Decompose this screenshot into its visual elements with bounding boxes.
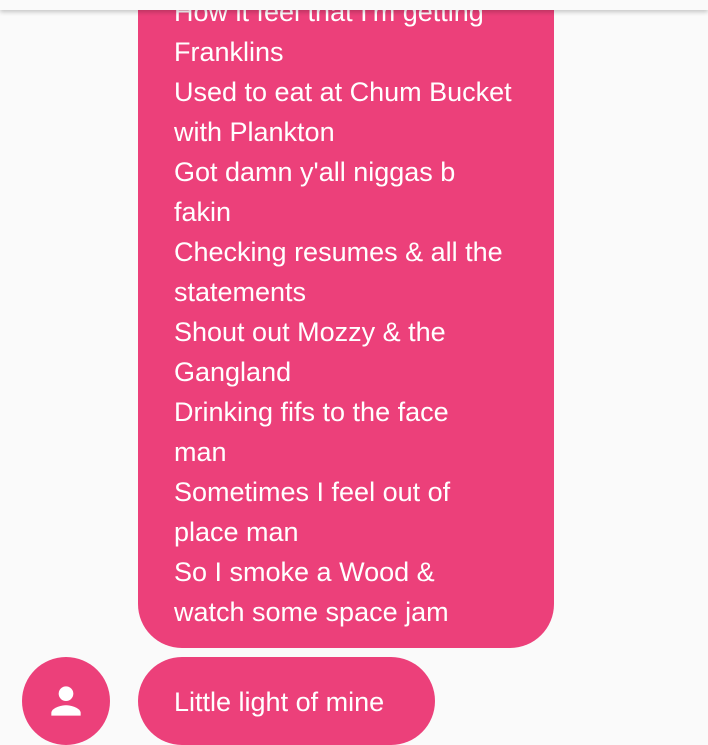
- message-line: fakin: [174, 197, 232, 227]
- message-line: Checking resumes & all the: [174, 237, 503, 267]
- message-line: Franklins: [174, 37, 284, 67]
- contact-avatar[interactable]: [22, 657, 110, 745]
- message-line: with Plankton: [174, 117, 335, 147]
- message-line: Used to eat at Chum Bucket: [174, 77, 512, 107]
- message-line: place man: [174, 517, 299, 547]
- message-line: Gangland: [174, 357, 292, 387]
- top-app-bar-shadow: [0, 0, 708, 10]
- message-line: watch some space jam: [174, 597, 449, 627]
- message-line: statements: [174, 277, 307, 307]
- message-line: So I smoke a Wood &: [174, 557, 435, 587]
- message-line: Got damn y'all niggas b: [174, 157, 456, 187]
- person-icon: [51, 686, 81, 716]
- message-line: Sometimes I feel out of: [174, 477, 451, 507]
- message-text: Little light of mine: [174, 687, 385, 717]
- message-line: Shout out Mozzy & the: [174, 317, 446, 347]
- message-bubble[interactable]: How it feel that I'm getting Franklins U…: [138, 0, 554, 648]
- message-bubble-short[interactable]: Little light of mine: [138, 657, 435, 745]
- message-line: Drinking fifs to the face: [174, 397, 449, 427]
- message-line: man: [174, 437, 227, 467]
